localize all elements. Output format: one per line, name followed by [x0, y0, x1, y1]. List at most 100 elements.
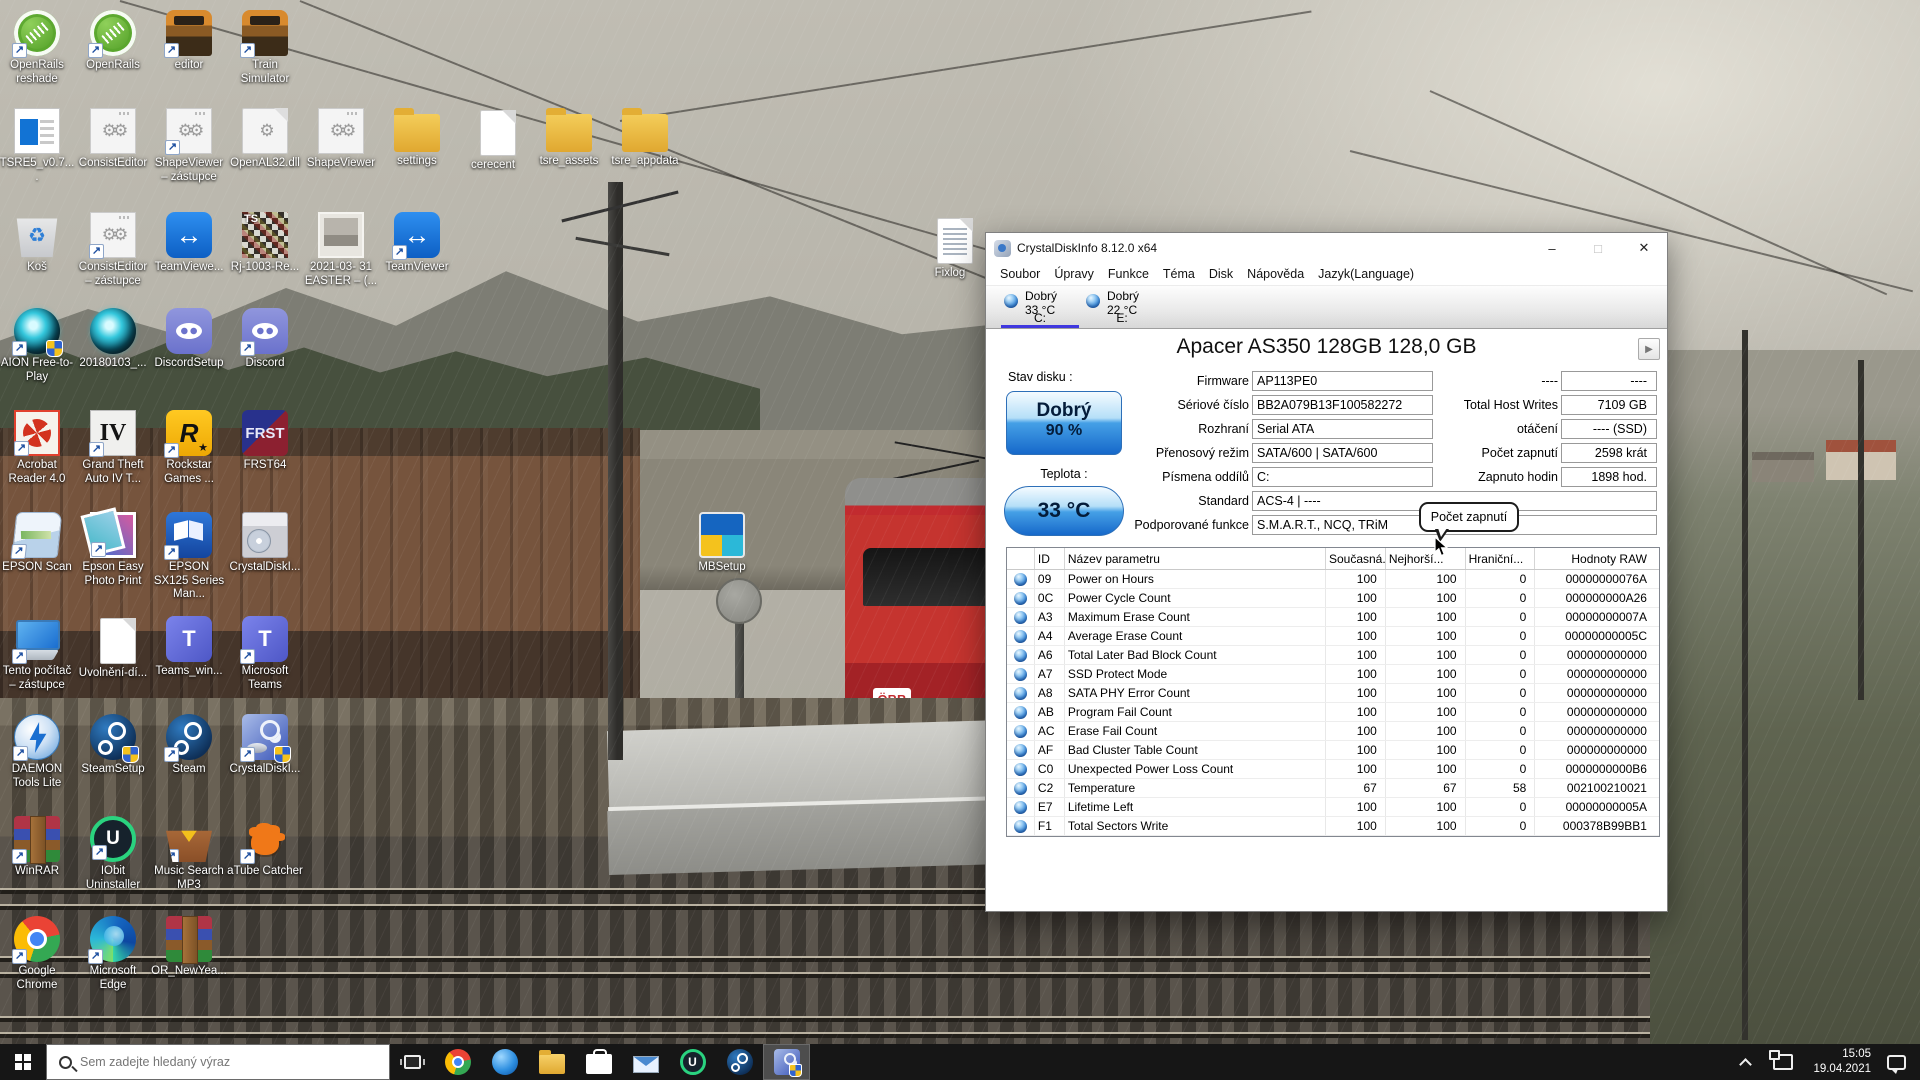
smart-row-0C[interactable]: 0CPower Cycle Count1001000000000000A26 [1007, 589, 1659, 608]
smart-row-A4[interactable]: A4Average Erase Count100100000000000005C [1007, 627, 1659, 646]
taskbar-icon-explorer[interactable] [528, 1044, 575, 1080]
taskbar-icon-chrome[interactable] [434, 1044, 481, 1080]
menu-item-soubor[interactable]: Soubor [993, 267, 1047, 281]
network-icon[interactable] [1773, 1054, 1793, 1070]
menu-item-disk[interactable]: Disk [1202, 267, 1240, 281]
desktop-icon-or-newyea[interactable]: OR_NewYea... [151, 916, 227, 979]
desktop-icon-winrar[interactable]: ↗WinRAR [0, 816, 75, 879]
desktop-icon-epson-easy-photo-print[interactable]: ↗Epson Easy Photo Print [75, 512, 151, 588]
smart-row-E7[interactable]: E7Lifetime Left100100000000000005A [1007, 798, 1659, 817]
desktop-icon-tsre-appdata[interactable]: tsre_appdata [607, 108, 683, 169]
desktop-icon-2021-03-31-easter[interactable]: 2021-03- 31 EASTER – (... [303, 212, 379, 288]
smart-row-A7[interactable]: A7SSD Protect Mode1001000000000000000 [1007, 665, 1659, 684]
desktop-icon-grand-theft-auto-iv-t[interactable]: IV↗Grand Theft Auto IV T... [75, 410, 151, 486]
taskbar-icon-steam[interactable] [716, 1044, 763, 1080]
desktop-icon-ko[interactable]: ♻Koš [0, 212, 75, 275]
smart-cell: 100 [1326, 798, 1386, 816]
search-input[interactable] [80, 1055, 350, 1069]
desktop-icon-microsoft-teams[interactable]: T↗Microsoft Teams [227, 616, 303, 692]
desktop-icon-daemon-tools-lite[interactable]: ↗DAEMON Tools Lite [0, 714, 75, 790]
taskbar-icon-cdi[interactable] [763, 1044, 810, 1080]
desktop-icon-acrobat-reader-4-0[interactable]: ↗Acrobat Reader 4.0 [0, 410, 75, 486]
smart-row-AF[interactable]: AFBad Cluster Table Count100100000000000… [1007, 741, 1659, 760]
desktop-icon-epson-sx125-series-man[interactable]: ↗EPSON SX125 Series Man... [151, 512, 227, 602]
menu-item-funkce[interactable]: Funkce [1101, 267, 1156, 281]
desktop-icon-epson-scan[interactable]: ↗EPSON Scan [0, 512, 75, 575]
desktop-icon-steam[interactable]: ↗Steam [151, 714, 227, 777]
smart-row-C2[interactable]: C2Temperature676758002100210021 [1007, 779, 1659, 798]
desktop-icon-frst64[interactable]: FRSTFRST64 [227, 410, 303, 473]
desktop-icon-iobit-uninstaller[interactable]: U↗IObit Uninstaller [75, 816, 151, 892]
shortcut-arrow-icon: ↗ [240, 43, 255, 58]
mouse-cursor [1434, 536, 1449, 561]
desktop-icon-aion-free-to-play[interactable]: ↗AION Free-to-Play [0, 308, 75, 384]
desktop-icon-tento-po-ta-z-stupce[interactable]: ↗Tento počítač – zástupce [0, 616, 75, 692]
desktop-icon-discord[interactable]: ↗Discord [227, 308, 303, 371]
minimize-button[interactable]: – [1529, 233, 1575, 263]
desktop-icon-teamviewer[interactable]: ↔↗TeamViewer [379, 212, 455, 275]
smart-row-A3[interactable]: A3Maximum Erase Count100100000000000007A [1007, 608, 1659, 627]
desktop-icon-microsoft-edge[interactable]: ↗Microsoft Edge [75, 916, 151, 992]
menu-item-t-ma[interactable]: Téma [1156, 267, 1202, 281]
smart-row-AB[interactable]: ABProgram Fail Count1001000000000000000 [1007, 703, 1659, 722]
taskbar-icon-sphere[interactable] [481, 1044, 528, 1080]
desktop-icon-google-chrome[interactable]: ↗Google Chrome [0, 916, 75, 992]
desktop-icon-shapeviewer[interactable]: ⚙⚙ShapeViewer [303, 108, 379, 171]
hidden-icons-chevron-icon[interactable] [1741, 1057, 1751, 1067]
desktop-icon-teamviewe[interactable]: ↔TeamViewe... [151, 212, 227, 275]
desktop-icon-shapeviewer-z-stupce[interactable]: ⚙⚙↗ShapeViewer – zástupce [151, 108, 227, 184]
drive-tab-e[interactable]: Dobrý22 °CE: [1081, 286, 1163, 328]
smart-status-cell [1007, 817, 1035, 835]
openrails-icon: ↗ [90, 10, 136, 56]
taskbar-clock[interactable]: 15:05 19.04.2021 [1813, 1047, 1871, 1077]
action-center-icon[interactable] [1887, 1055, 1906, 1070]
smart-header-hodnoty-raw: Hodnoty RAW [1535, 548, 1659, 569]
desktop-icon-tsre-assets[interactable]: tsre_assets [531, 108, 607, 169]
taskbar-icon-mail[interactable] [622, 1044, 669, 1080]
desktop-icon-steamsetup[interactable]: SteamSetup [75, 714, 151, 777]
desktop-icon-fixlog[interactable]: Fixlog [912, 216, 988, 281]
desktop-icon-rj-1003-re[interactable]: TSRj-1003-Re... [227, 212, 303, 275]
desktop-icon-atube-catcher[interactable]: ↗aTube Catcher [227, 816, 303, 879]
next-disk-button[interactable]: ▶ [1638, 338, 1660, 360]
desktop-icon-crystaldiski[interactable]: ↗CrystalDiskI... [227, 714, 303, 777]
desktop-icon-mbsetup[interactable]: MBSetup [684, 512, 760, 575]
smart-cell: Power Cycle Count [1065, 589, 1326, 607]
drive-tab-c[interactable]: Dobrý33 °CC: [999, 286, 1081, 328]
task-view-button[interactable] [390, 1044, 434, 1080]
desktop-icon-consisteditor[interactable]: ⚙⚙ConsistEditor [75, 108, 151, 171]
taskbar-search[interactable] [46, 1044, 390, 1080]
start-button[interactable] [0, 1044, 46, 1080]
menu-item-jazyk-language[interactable]: Jazyk(Language) [1311, 267, 1421, 281]
taskbar-icon-store[interactable] [575, 1044, 622, 1080]
smart-row-A8[interactable]: A8SATA PHY Error Count100100000000000000… [1007, 684, 1659, 703]
desktop-icon-openrails-reshade[interactable]: ↗OpenRails reshade [0, 10, 75, 86]
smart-row-C0[interactable]: C0Unexpected Power Loss Count10010000000… [1007, 760, 1659, 779]
desktop-icon-editor[interactable]: ↗editor [151, 10, 227, 73]
smart-row-09[interactable]: 09Power on Hours100100000000000076A [1007, 570, 1659, 589]
desktop-icon-music-search-mp3[interactable]: ↗Music Search MP3 [151, 816, 227, 892]
shortcut-arrow-icon: ↗ [88, 43, 103, 58]
desktop-icon-openrails[interactable]: ↗OpenRails [75, 10, 151, 73]
desktop-icon-tsre5-v0-7[interactable]: TSRE5_v0.7.... [0, 108, 75, 184]
desktop-icon-consisteditor-z-stupce[interactable]: ⚙⚙↗ConsistEditor – zástupce [75, 212, 151, 288]
desktop-icon-train-simulator[interactable]: ↗Train Simulator [227, 10, 303, 86]
window-titlebar[interactable]: CrystalDiskInfo 8.12.0 x64 – □ ✕ [986, 233, 1667, 263]
desktop-icon-rockstar-games[interactable]: R↗Rockstar Games ... [151, 410, 227, 486]
smart-header-icon [1007, 548, 1035, 569]
smart-row-AC[interactable]: ACErase Fail Count1001000000000000000 [1007, 722, 1659, 741]
desktop-icon-discordsetup[interactable]: DiscordSetup [151, 308, 227, 371]
smart-row-A6[interactable]: A6Total Later Bad Block Count10010000000… [1007, 646, 1659, 665]
close-button[interactable]: ✕ [1621, 233, 1667, 263]
desktop-icon-cerecent[interactable]: cerecent [455, 108, 531, 173]
desktop-icon-settings[interactable]: settings [379, 108, 455, 169]
menu-item-n-pov-da[interactable]: Nápověda [1240, 267, 1311, 281]
desktop-icon-uvoln-n-d[interactable]: Uvolnění-dí... [75, 616, 151, 681]
desktop-icon-openal32-dll[interactable]: ⚙OpenAL32.dll [227, 108, 303, 171]
menu-item-pravy[interactable]: Úpravy [1047, 267, 1101, 281]
desktop-icon-teams-win[interactable]: TTeams_win... [151, 616, 227, 679]
taskbar-icon-iobit[interactable]: U [669, 1044, 716, 1080]
smart-row-F1[interactable]: F1Total Sectors Write1001000000378B99BB1 [1007, 817, 1659, 836]
desktop-icon-20180103[interactable]: 20180103_... [75, 308, 151, 371]
desktop-icon-crystaldiski[interactable]: CrystalDiskI... [227, 512, 303, 575]
